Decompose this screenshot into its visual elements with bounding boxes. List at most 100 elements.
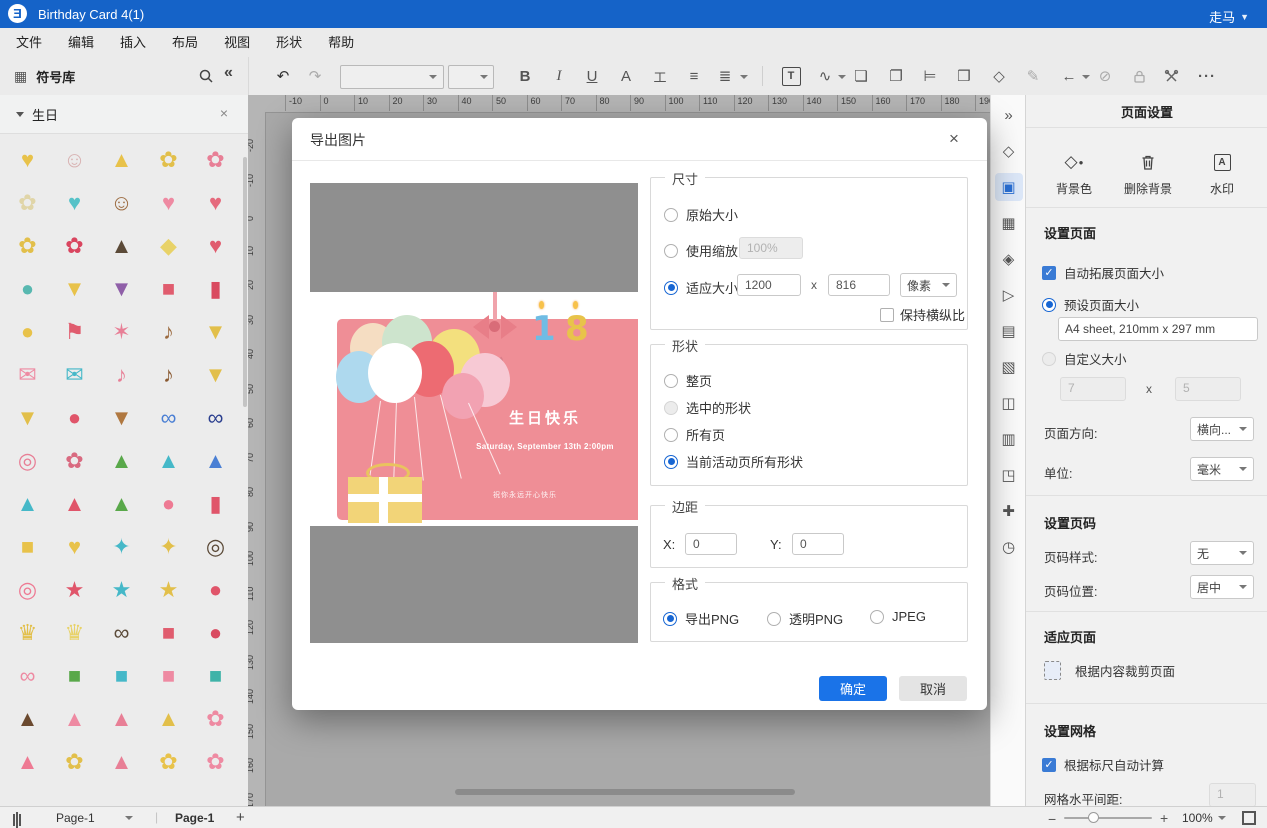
symbol-bunting[interactable]: ⚑ [51, 310, 98, 353]
fit-size-radio[interactable]: 适应大小 [664, 278, 738, 297]
symbol-gift-green[interactable]: ■ [51, 654, 98, 697]
symbol-gift-pink[interactable]: ■ [145, 654, 192, 697]
symbol-fireworks[interactable]: ✶ [98, 310, 145, 353]
symbol-bunny[interactable]: ☺ [51, 138, 98, 181]
connector-icon[interactable]: ∿ [812, 57, 838, 95]
margin-x-input[interactable]: 0 [685, 533, 737, 555]
symbol-glasses[interactable]: ∞ [4, 654, 51, 697]
chevron-down-icon[interactable] [1082, 75, 1090, 79]
search-icon[interactable] [198, 68, 214, 89]
symbol-cupcake-yellow[interactable]: ✿ [145, 740, 192, 783]
fill-color-icon[interactable]: ◇ [986, 57, 1012, 95]
page-overview-icon[interactable] [16, 812, 18, 828]
symbol-cheers-glasses[interactable]: ▼ [51, 267, 98, 310]
symbol-cupcake-rose[interactable]: ✿ [192, 697, 239, 740]
use-zoom-radio[interactable]: 使用缩放 [664, 241, 738, 260]
close-icon[interactable]: × [220, 105, 228, 121]
line-spacing-icon[interactable]: ≣ [712, 57, 738, 95]
symbol-balloon[interactable]: ● [4, 310, 51, 353]
zoom-level[interactable]: 100% [1182, 811, 1213, 825]
chevron-down-icon[interactable] [740, 75, 748, 79]
symbol-cocktail[interactable]: ▼ [4, 396, 51, 439]
zoom-out-icon[interactable]: − [1048, 811, 1056, 827]
more-icon[interactable]: ··· [1194, 57, 1220, 95]
bold-icon[interactable]: B [512, 57, 538, 95]
symbol-candelabra[interactable]: ♪ [98, 353, 145, 396]
menu-item[interactable]: 插入 [107, 28, 159, 57]
grid-h-gap-input[interactable]: 1 [1209, 783, 1256, 806]
symbol-balloon-hearts[interactable]: ♥ [51, 525, 98, 568]
auto-expand-checkbox[interactable]: ✓ 自动拓展页面大小 [1042, 263, 1164, 282]
page-number-pos-select[interactable]: 居中 [1190, 575, 1254, 599]
strip-icon-page-settings[interactable]: ▣ [995, 173, 1023, 201]
symbol-medal[interactable]: ● [51, 396, 98, 439]
symbol-gift-teal[interactable]: ■ [98, 654, 145, 697]
strip-icon-layers[interactable]: ◈ [995, 245, 1023, 273]
fullscreen-icon[interactable] [1242, 811, 1256, 825]
symbol-rose[interactable]: ✿ [51, 224, 98, 267]
symbol-balloons[interactable]: ● [192, 568, 239, 611]
menu-item[interactable]: 形状 [263, 28, 315, 57]
current-page-shapes-radio[interactable]: 当前活动页所有形状 [664, 452, 803, 471]
symbol-surprise-box[interactable]: ■ [4, 525, 51, 568]
selected-shapes-radio[interactable]: 选中的形状 [664, 398, 751, 417]
menu-item[interactable]: 文件 [3, 28, 55, 57]
keep-ratio-checkbox[interactable]: 保持横纵比 [880, 305, 965, 324]
page-number-style-select[interactable]: 无 [1190, 541, 1254, 565]
symbol-star-red[interactable]: ★ [51, 568, 98, 611]
symbol-heart-cake[interactable]: ♥ [4, 138, 51, 181]
symbol-guitar[interactable]: ♪ [145, 310, 192, 353]
symbol-party-hat-green[interactable]: ▲ [98, 439, 145, 482]
page-tab-active[interactable]: Page-1 [175, 811, 214, 825]
category-header[interactable]: 生日 × [0, 95, 248, 134]
grid-auto-checkbox[interactable]: ✓ 根据标尺自动计算 [1042, 755, 1164, 774]
zoom-percent-input[interactable]: 100% [739, 237, 803, 259]
symbol-envelope-teal[interactable]: ✉ [51, 353, 98, 396]
symbol-envelope-pink[interactable]: ✉ [4, 353, 51, 396]
strip-icon-presentation[interactable]: ▷ [995, 281, 1023, 309]
whole-page-radio[interactable]: 整页 [664, 371, 712, 390]
symbol-star-gold[interactable]: ★ [145, 568, 192, 611]
strip-icon-symbol-library[interactable]: ▦ [995, 209, 1023, 237]
strip-icon-arrange[interactable]: ✚ [995, 497, 1023, 525]
symbol-mustache[interactable]: ∞ [98, 611, 145, 654]
symbol-heart-balloons[interactable]: ♥ [192, 181, 239, 224]
preset-size-radio[interactable]: 预设页面大小 [1042, 295, 1139, 314]
unit-select[interactable]: 毫米 [1190, 457, 1254, 481]
symbol-donut-choc[interactable]: ◎ [192, 525, 239, 568]
symbol-party-hat-cyan[interactable]: ▲ [4, 482, 51, 525]
strip-icon-data[interactable]: ▤ [995, 317, 1023, 345]
zoom-slider-thumb[interactable] [1088, 812, 1099, 823]
symbol-cake-slice-pink[interactable]: ▲ [98, 697, 145, 740]
symbol-cake-pink[interactable]: ▲ [4, 740, 51, 783]
symbol-star-wand-teal[interactable]: ✦ [98, 525, 145, 568]
export-width-input[interactable]: 1200 [737, 274, 801, 296]
undo-icon[interactable]: ↶ [270, 57, 296, 95]
strip-icon-structure[interactable]: ◫ [995, 389, 1023, 417]
symbol-party-hat-stripe[interactable]: ▲ [98, 482, 145, 525]
symbol-cake-straw[interactable]: ▲ [98, 740, 145, 783]
tools-icon[interactable] [1158, 57, 1184, 95]
ok-button[interactable]: 确定 [819, 676, 887, 701]
all-pages-radio[interactable]: 所有页 [664, 425, 725, 444]
add-page-button[interactable]: + [236, 809, 245, 826]
chevron-down-icon[interactable] [838, 75, 846, 79]
strip-icon-insert-picture[interactable]: ▧ [995, 353, 1023, 381]
menu-item[interactable]: 编辑 [55, 28, 107, 57]
symbol-hbd-heart[interactable]: ♥ [145, 181, 192, 224]
symbol-mask-blue[interactable]: ∞ [145, 396, 192, 439]
symbol-donut-pink[interactable]: ◎ [4, 439, 51, 482]
symbol-diamond[interactable]: ◆ [145, 224, 192, 267]
symbol-heart-box[interactable]: ♥ [192, 224, 239, 267]
watermark-button[interactable]: A 水印 [1184, 150, 1260, 197]
symbol-star-teal[interactable]: ★ [98, 568, 145, 611]
font-color-icon[interactable]: A [613, 57, 639, 95]
underline-icon[interactable]: U [579, 57, 605, 95]
menu-item[interactable]: 布局 [159, 28, 211, 57]
strip-icon-connector-style[interactable]: ◳ [995, 461, 1023, 489]
symbol-gift-cyan[interactable]: ■ [192, 654, 239, 697]
export-png-radio[interactable]: 导出PNG [663, 609, 739, 628]
panel-scrollbar[interactable] [243, 157, 247, 407]
symbol-gift-red[interactable]: ■ [145, 267, 192, 310]
symbol-cupcake-heart[interactable]: ♥ [51, 181, 98, 224]
